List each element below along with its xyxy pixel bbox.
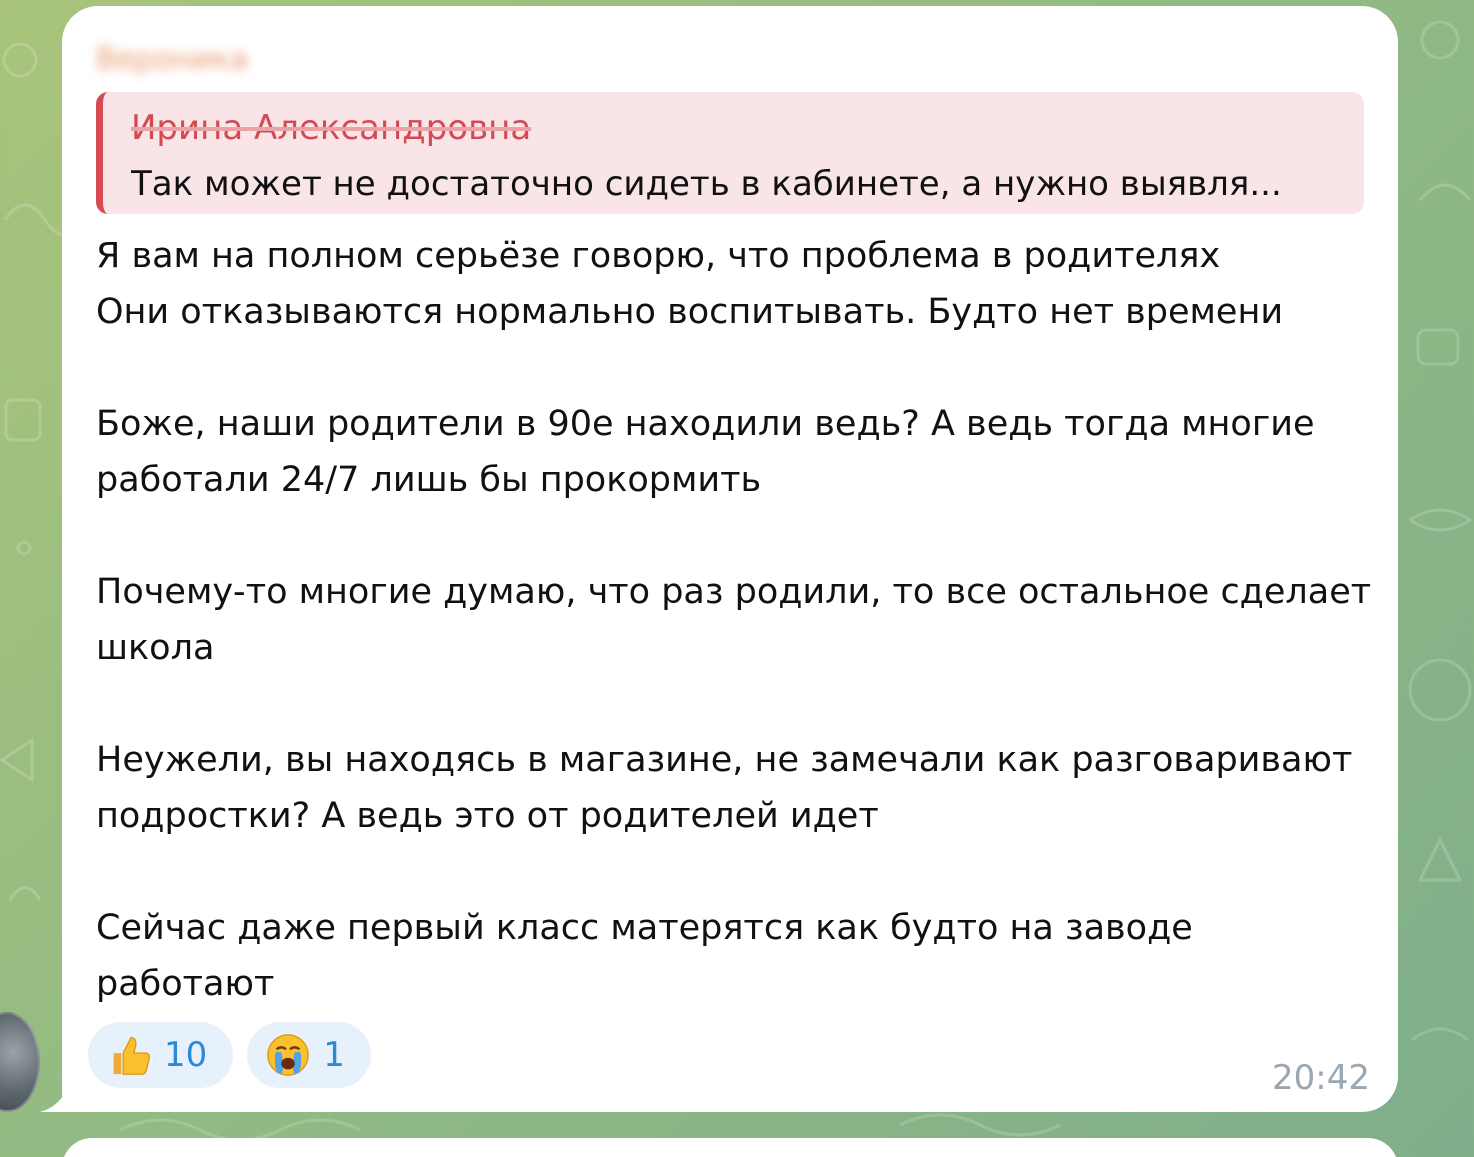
message-timestamp: 20:42 [1272, 1058, 1370, 1098]
reaction-crying-face[interactable]: 1 [247, 1022, 371, 1088]
crying-face-icon [267, 1034, 310, 1076]
thumbs-up-icon [113, 1037, 150, 1075]
message-paragraph-2: Боже, наши родители в 90е находили ведь?… [96, 404, 1315, 500]
message-paragraph-4: Неужели, вы находясь в магазине, не заме… [96, 740, 1353, 836]
reaction-thumbs-up[interactable]: 10 [88, 1022, 234, 1088]
message-text: Я вам на полном серьёзе говорю, что проб… [96, 228, 1376, 1012]
message-bubble[interactable]: Вероника Ирина Александровна Так может н… [62, 6, 1398, 1112]
sender-name[interactable]: Вероника [96, 40, 248, 80]
message-paragraph-5: Сейчас даже первый класс матерятся как б… [96, 908, 1193, 1004]
reaction-thumbs-up-count: 10 [164, 1035, 208, 1075]
paragraph-1-line-1: Я вам на полном серьёзе говорю, что проб… [96, 236, 1284, 332]
message-paragraph-3: Почему-то многие думаю, что раз родили, … [96, 572, 1372, 668]
reply-author: Ирина Александровна [131, 108, 532, 148]
reply-text: Так может не достаточно сидеть в кабинет… [131, 164, 1282, 204]
reactions-bar: 10 1 [88, 1022, 371, 1088]
message-paragraph-1: Я вам на полном серьёзе говорю, что проб… [96, 228, 1376, 340]
reply-quote[interactable]: Ирина Александровна Так может не достато… [96, 92, 1364, 214]
next-message-bubble[interactable] [62, 1138, 1398, 1157]
reaction-crying-face-count: 1 [323, 1035, 345, 1075]
